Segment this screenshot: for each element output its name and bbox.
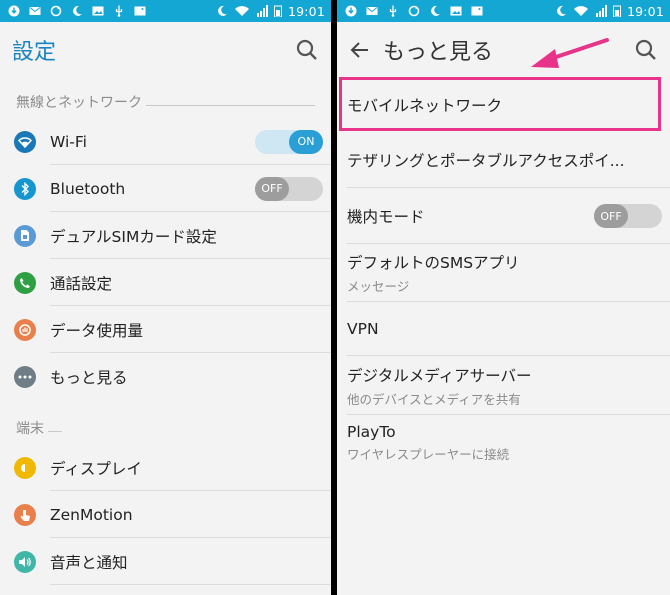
list-item-mobile-network[interactable]: モバイルネットワーク [337,78,670,131]
sync-icon [408,5,420,17]
status-bar: 19:01 [337,0,670,22]
settings-item-wifi[interactable]: Wi-Fi ON [0,118,331,165]
moon-icon [73,5,82,16]
download-icon [8,5,20,17]
bluetooth-toggle[interactable]: OFF [255,176,323,201]
section-header-device: 端末 [0,400,331,444]
more-settings-screen: 19:01 もっと見る モバイルネットワーク テザリングとポータブルアクセスポイ… [337,0,670,595]
settings-item-label: デュアルSIMカード設定 [50,227,217,246]
display-icon [14,456,36,479]
app-bar: もっと見る [337,22,670,78]
photo-icon [134,6,146,16]
sync-icon [50,5,62,17]
data-usage-icon [14,318,36,341]
cell-signal-icon [595,5,607,17]
settings-screen: 19:01 設定 無線とネットワーク Wi-Fi ON Bluetooth OF… [0,0,331,595]
settings-item-label: データ使用量 [50,321,144,340]
image-icon [450,6,462,16]
zenmotion-icon [14,503,36,526]
wifi-icon [14,130,36,153]
list-item-vpn[interactable]: VPN [337,302,670,356]
settings-item-sound[interactable]: 音声と通知 [0,538,331,585]
list-item-tethering[interactable]: テザリングとポータブルアクセスポイ... [337,131,670,188]
wifi-signal-icon [234,6,249,16]
settings-item-data-usage[interactable]: データ使用量 [0,306,331,353]
moon-icon [431,5,440,16]
bluetooth-icon [14,177,36,200]
settings-item-label: Wi-Fi [50,132,87,151]
mail-icon [29,7,41,15]
list-item-media-server[interactable]: デジタルメディアサーバー 他のデバイスとメディアを共有 [337,356,670,415]
settings-item-call[interactable]: 通話設定 [0,259,331,306]
download-icon [345,5,357,17]
photo-icon [471,6,483,16]
clock: 19:01 [626,3,664,19]
battery-icon [612,5,621,17]
settings-item-bluetooth[interactable]: Bluetooth OFF [0,165,331,212]
search-icon[interactable] [295,38,319,62]
app-bar: 設定 [0,22,331,78]
search-icon[interactable] [634,38,658,62]
sound-icon [14,550,36,573]
moon-icon [557,5,566,16]
usb-icon [389,5,397,17]
back-arrow-icon[interactable] [349,39,371,61]
section-header-wireless: 無線とネットワーク [0,78,331,118]
pointer-arrow-icon [531,38,609,68]
more-icon [14,365,36,388]
settings-item-label: もっと見る [50,368,128,387]
usb-icon [115,5,123,17]
settings-item-zenmotion[interactable]: ZenMotion [0,491,331,538]
airplane-mode-toggle[interactable]: OFF [594,204,662,228]
settings-item-display[interactable]: ディスプレイ [0,444,331,491]
settings-item-label: ZenMotion [50,505,133,524]
settings-item-label: Bluetooth [50,179,126,198]
clock: 19:01 [287,3,325,19]
settings-item-label: 通話設定 [50,274,113,293]
moon-icon [218,5,227,16]
page-title: もっと見る [383,40,494,65]
status-bar: 19:01 [0,0,331,22]
settings-item-more[interactable]: もっと見る [0,353,331,400]
list-item-default-sms[interactable]: デフォルトのSMSアプリ メッセージ [337,244,670,302]
mail-icon [366,7,378,15]
wifi-toggle[interactable]: ON [255,129,323,154]
image-icon [92,6,104,16]
settings-item-label: ディスプレイ [50,459,142,478]
wifi-signal-icon [573,6,588,16]
settings-item-label: 音声と通知 [50,553,128,572]
sim-card-icon [14,224,36,247]
list-item-playto[interactable]: PlayTo ワイヤレスプレーヤーに接続 [337,415,670,471]
cell-signal-icon [256,5,268,17]
page-title: 設定 [12,40,57,65]
settings-item-dual-sim[interactable]: デュアルSIMカード設定 [0,212,331,259]
phone-icon [14,271,36,294]
list-item-airplane-mode[interactable]: 機内モード OFF [337,188,670,244]
battery-icon [273,5,282,17]
